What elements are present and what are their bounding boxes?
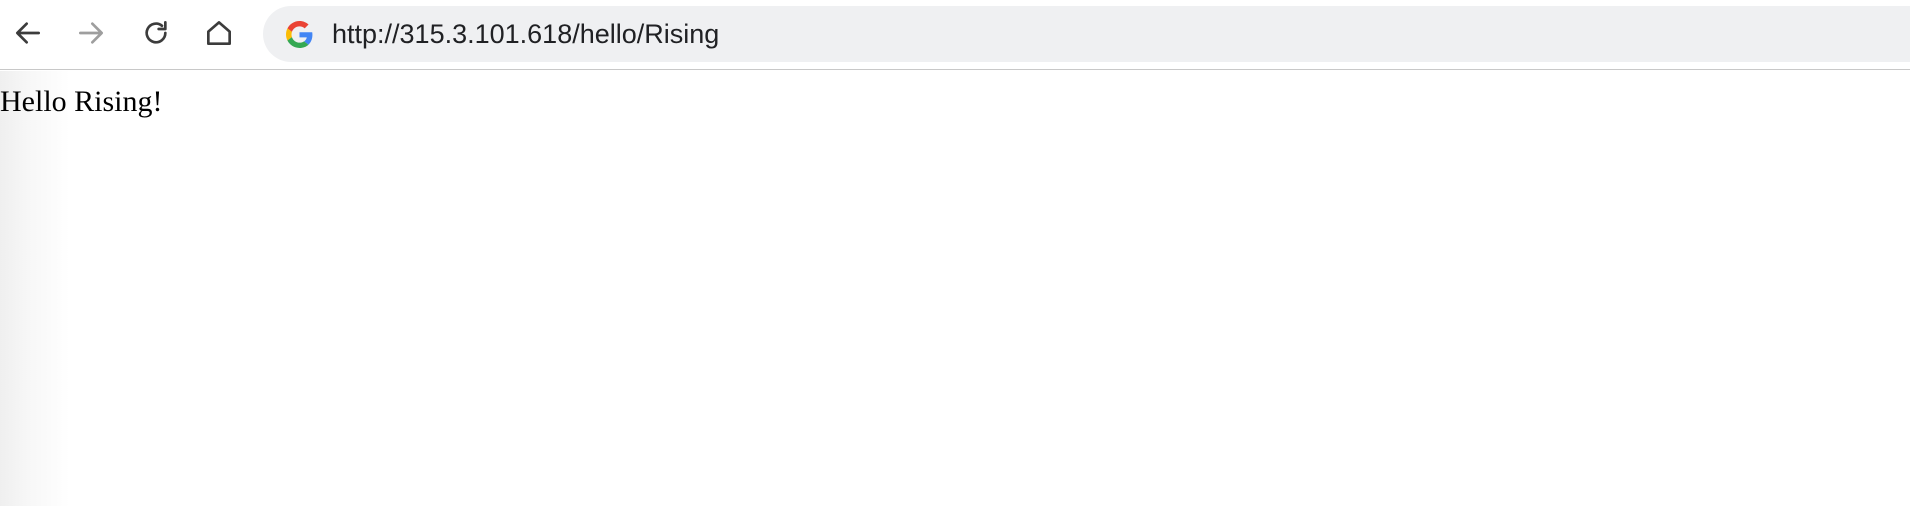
reload-icon — [145, 21, 167, 44]
arrow-left-icon — [15, 22, 40, 44]
arrow-right-icon — [79, 22, 103, 44]
greeting-text: Hello Rising! — [0, 85, 163, 118]
url-text[interactable]: http://315.3.101.618/hello/Rising — [332, 6, 719, 62]
page-content: Hello Rising! — [0, 71, 1910, 506]
address-bar[interactable]: http://315.3.101.618/hello/Rising — [263, 6, 1910, 62]
browser-toolbar: http://315.3.101.618/hello/Rising — [0, 0, 1910, 70]
home-icon — [207, 21, 231, 45]
google-g-icon — [286, 21, 313, 48]
forward-button[interactable] — [71, 13, 111, 53]
home-button[interactable] — [199, 13, 239, 53]
reload-button[interactable] — [136, 13, 176, 53]
page-edge-shadow — [0, 71, 70, 506]
back-button[interactable] — [8, 13, 48, 53]
